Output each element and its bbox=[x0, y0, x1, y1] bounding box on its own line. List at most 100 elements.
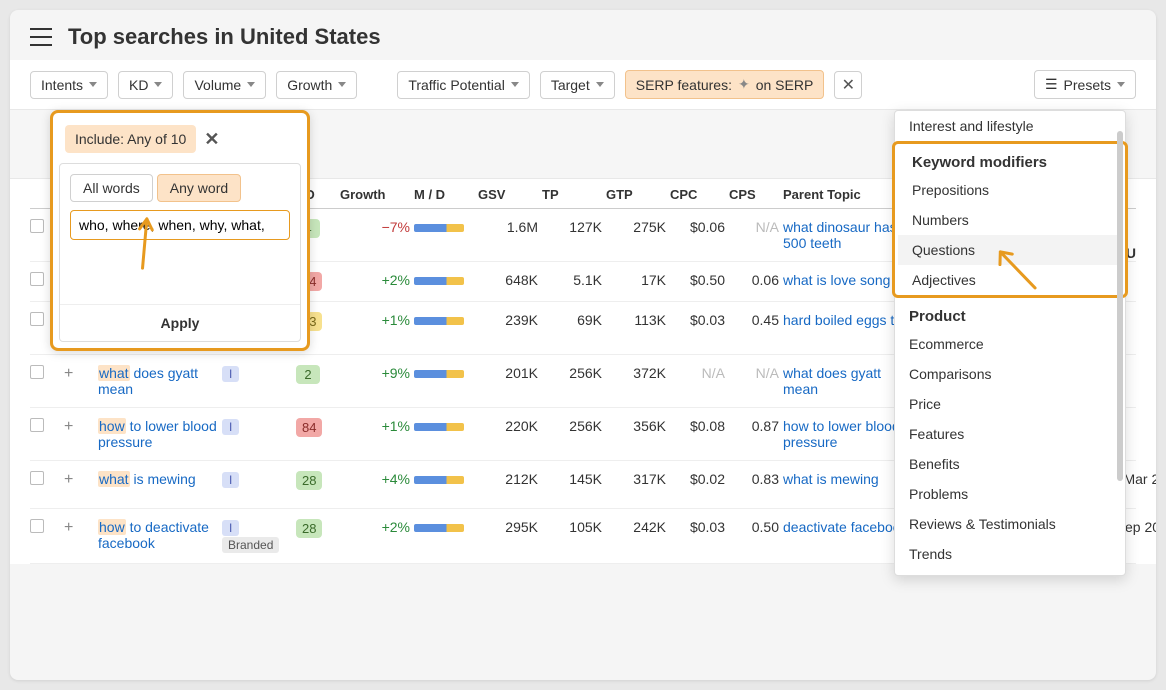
parent-topic-link[interactable]: what dinosaur has 500 teeth bbox=[783, 219, 897, 251]
col-md[interactable]: M / D bbox=[414, 187, 474, 202]
gtp-cell: 113K bbox=[606, 312, 666, 328]
intent-badge: I bbox=[222, 419, 239, 435]
cpc-cell: $0.03 bbox=[670, 312, 725, 328]
chevron-down-icon bbox=[596, 82, 604, 87]
keyword-cell[interactable]: what is mewing bbox=[98, 471, 218, 487]
row-checkbox[interactable] bbox=[30, 219, 44, 233]
gtp-cell: 317K bbox=[606, 471, 666, 487]
cps-cell: N/A bbox=[729, 219, 779, 235]
preset-interest-lifestyle[interactable]: Interest and lifestyle bbox=[895, 111, 1125, 141]
parent-topic-link[interactable]: what is love song bbox=[783, 272, 890, 288]
chevron-down-icon bbox=[1117, 82, 1125, 87]
gtp-cell: 17K bbox=[606, 272, 666, 288]
gtp-cell: 356K bbox=[606, 418, 666, 434]
parent-topic-link[interactable]: how to lower blood pressure bbox=[783, 418, 900, 450]
kd-badge: 2 bbox=[296, 365, 320, 384]
cps-cell: 0.87 bbox=[729, 418, 779, 434]
expand-icon[interactable]: + bbox=[64, 418, 73, 435]
tp-cell: 5.1K bbox=[542, 272, 602, 288]
intents-cell: I bbox=[222, 418, 292, 435]
preset-features[interactable]: Features bbox=[895, 419, 1125, 449]
gsv-cell: 220K bbox=[478, 418, 538, 434]
preset-header-modifiers: Keyword modifiers bbox=[898, 144, 1122, 175]
col-gsv[interactable]: GSV bbox=[478, 187, 538, 202]
include-clear-icon[interactable]: ✕ bbox=[204, 129, 219, 150]
col-gtp[interactable]: GTP bbox=[606, 187, 666, 202]
intents-cell: IBranded bbox=[222, 519, 292, 553]
growth-cell: +9% bbox=[340, 365, 410, 381]
gtp-cell: 242K bbox=[606, 519, 666, 535]
serp-features-clear[interactable]: ✕ bbox=[834, 71, 862, 99]
page-title: Top searches in United States bbox=[68, 24, 381, 50]
filter-volume[interactable]: Volume bbox=[183, 71, 266, 99]
intent-badge: I bbox=[222, 520, 239, 536]
preset-price[interactable]: Price bbox=[895, 389, 1125, 419]
preset-problems[interactable]: Problems bbox=[895, 479, 1125, 509]
keyword-cell[interactable]: what does gyatt mean bbox=[98, 365, 218, 397]
chevron-down-icon bbox=[247, 82, 255, 87]
parent-topic-link[interactable]: deactivate facebook bbox=[783, 519, 908, 535]
col-tp[interactable]: TP bbox=[542, 187, 602, 202]
parent-topic-link[interactable]: what does gyatt mean bbox=[783, 365, 881, 397]
cps-cell: 0.50 bbox=[729, 519, 779, 535]
keyword-cell[interactable]: how to lower blood pressure bbox=[98, 418, 218, 450]
filter-kd[interactable]: KD bbox=[118, 71, 173, 99]
parent-topic-link[interactable]: what is mewing bbox=[783, 471, 879, 487]
growth-cell: −7% bbox=[340, 219, 410, 235]
topbar: Top searches in United States bbox=[10, 10, 1156, 60]
gsv-cell: 239K bbox=[478, 312, 538, 328]
row-checkbox[interactable] bbox=[30, 312, 44, 326]
preset-benefits[interactable]: Benefits bbox=[895, 449, 1125, 479]
include-chip[interactable]: Include: Any of 10 bbox=[65, 125, 196, 153]
growth-cell: +4% bbox=[340, 471, 410, 487]
cpc-cell: $0.06 bbox=[670, 219, 725, 235]
branded-badge: Branded bbox=[222, 537, 279, 553]
preset-reviews[interactable]: Reviews & Testimonials bbox=[895, 509, 1125, 539]
preset-comparisons[interactable]: Comparisons bbox=[895, 359, 1125, 389]
filter-growth[interactable]: Growth bbox=[276, 71, 357, 99]
preset-prepositions[interactable]: Prepositions bbox=[898, 175, 1122, 205]
tab-all-words[interactable]: All words bbox=[70, 174, 153, 202]
filter-intents[interactable]: Intents bbox=[30, 71, 108, 99]
chevron-down-icon bbox=[338, 82, 346, 87]
cps-cell: N/A bbox=[729, 365, 779, 381]
filter-traffic-potential[interactable]: Traffic Potential bbox=[397, 71, 530, 99]
sparkle-icon: ✦ bbox=[738, 76, 750, 93]
intents-cell: I bbox=[222, 365, 292, 382]
filter-bar: Intents KD Volume Growth Traffic Potenti… bbox=[10, 70, 1156, 109]
presets-button[interactable]: ☰ Presets bbox=[1034, 70, 1136, 99]
scrollbar[interactable] bbox=[1117, 131, 1123, 481]
preset-trends[interactable]: Trends bbox=[895, 539, 1125, 569]
gsv-cell: 201K bbox=[478, 365, 538, 381]
expand-icon[interactable]: + bbox=[64, 519, 73, 536]
kd-badge: 28 bbox=[296, 519, 322, 538]
keyword-cell[interactable]: how to deactivate facebook bbox=[98, 519, 218, 551]
expand-icon[interactable]: + bbox=[64, 365, 73, 382]
filter-serp-features[interactable]: SERP features: ✦ on SERP bbox=[625, 70, 825, 99]
tp-cell: 105K bbox=[542, 519, 602, 535]
sliders-icon: ☰ bbox=[1045, 76, 1058, 93]
tab-any-word[interactable]: Any word bbox=[157, 174, 241, 202]
row-checkbox[interactable] bbox=[30, 471, 44, 485]
cpc-cell: $0.03 bbox=[670, 519, 725, 535]
tp-cell: 256K bbox=[542, 418, 602, 434]
growth-cell: +1% bbox=[340, 312, 410, 328]
growth-cell: +2% bbox=[340, 519, 410, 535]
col-cpc[interactable]: CPC bbox=[670, 187, 725, 202]
col-growth[interactable]: Growth bbox=[340, 187, 410, 202]
preset-ecommerce[interactable]: Ecommerce bbox=[895, 329, 1125, 359]
apply-button[interactable]: Apply bbox=[60, 304, 300, 341]
col-cps[interactable]: CPS bbox=[729, 187, 779, 202]
row-checkbox[interactable] bbox=[30, 418, 44, 432]
expand-icon[interactable]: + bbox=[64, 471, 73, 488]
preset-numbers[interactable]: Numbers bbox=[898, 205, 1122, 235]
filter-target[interactable]: Target bbox=[540, 71, 615, 99]
gsv-cell: 1.6M bbox=[478, 219, 538, 235]
intent-badge: I bbox=[222, 366, 239, 382]
app-shell: Top searches in United States Intents KD… bbox=[10, 10, 1156, 680]
row-checkbox[interactable] bbox=[30, 272, 44, 286]
hamburger-icon[interactable] bbox=[30, 28, 52, 46]
tp-cell: 256K bbox=[542, 365, 602, 381]
row-checkbox[interactable] bbox=[30, 365, 44, 379]
row-checkbox[interactable] bbox=[30, 519, 44, 533]
